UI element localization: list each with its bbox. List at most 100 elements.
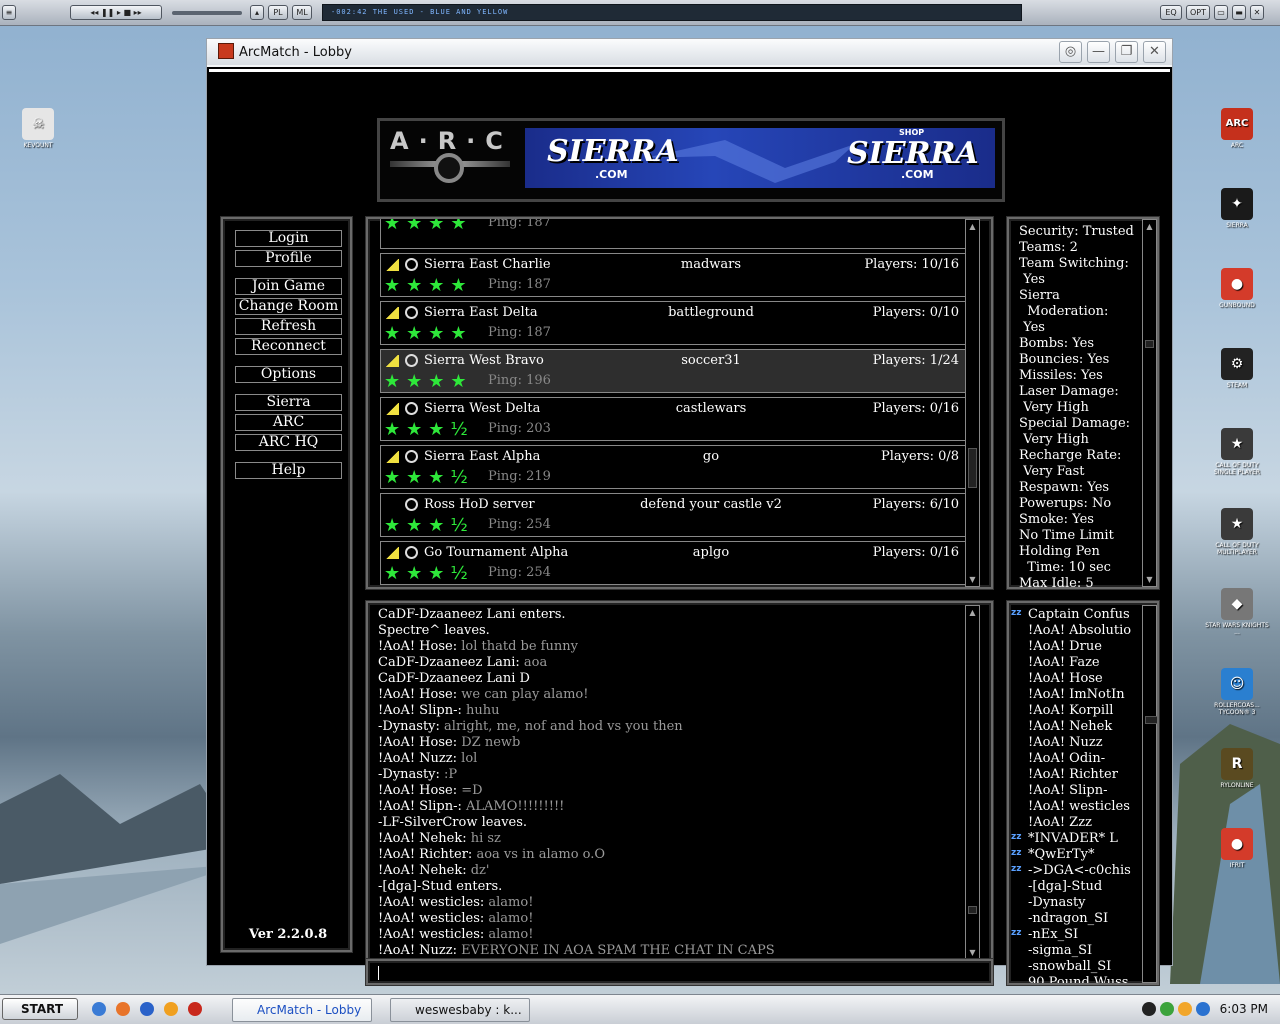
desktop-shortcut[interactable]: ⚙ STEAM <box>1205 348 1269 389</box>
user-item[interactable]: !AoA! Nehek <box>1009 719 1157 735</box>
tray-icon[interactable] <box>1160 1002 1174 1016</box>
scroll-thumb[interactable] <box>968 906 977 914</box>
user-item[interactable]: !AoA! westicles <box>1009 799 1157 815</box>
user-item[interactable]: zz ->DGA<-c0chis <box>1009 863 1157 879</box>
close-button[interactable]: ✕ <box>1143 41 1166 63</box>
user-item[interactable]: !AoA! Odin- <box>1009 751 1157 767</box>
help-circle-icon[interactable]: ◎ <box>1059 41 1082 63</box>
aim-icon[interactable] <box>164 1002 178 1016</box>
task-weswesbaby[interactable]: weswesbaby : k... <box>390 998 530 1022</box>
server-row[interactable]: Sierra East Charlie madwars Players: 10/16… <box>380 253 966 297</box>
scroll-down-icon[interactable]: ▼ <box>1144 574 1155 585</box>
user-item[interactable]: 90 Pound Wuss <box>1009 975 1157 983</box>
scroll-thumb[interactable] <box>1145 716 1157 724</box>
server-row[interactable]: Sierra East Delta battleground Players: 0/… <box>380 301 966 345</box>
menu-profile-button[interactable]: Profile <box>235 250 342 267</box>
desktop-shortcut[interactable]: ✦ SIERRA <box>1205 188 1269 229</box>
server-row[interactable]: Ross HoD server defend your castle v2 Play… <box>380 493 966 537</box>
menu-login-button[interactable]: Login <box>235 230 342 247</box>
user-item[interactable]: !AoA! Zzz <box>1009 815 1157 831</box>
winamp-menu-icon[interactable]: ≡ <box>2 5 16 20</box>
media-player-icon[interactable] <box>140 1002 154 1016</box>
server-row[interactable]: Sierra West Delta castlewars Players: 0/16… <box>380 397 966 441</box>
scroll-up-icon[interactable]: ▲ <box>1144 607 1157 618</box>
settings-scrollbar[interactable]: ▲ ▼ <box>1142 219 1157 587</box>
user-item[interactable]: -Dynasty <box>1009 895 1157 911</box>
desktop-shortcut[interactable]: ☺ ROLLERCOAS... TYCOON® 3 <box>1205 668 1269 716</box>
user-item[interactable]: !AoA! Korpill <box>1009 703 1157 719</box>
scroll-up-icon[interactable]: ▲ <box>1144 221 1155 232</box>
server-row[interactable]: Sierra West Bravo soccer31 Players: 1/24 ★★… <box>380 349 966 393</box>
user-item[interactable]: zz *INVADER* L <box>1009 831 1157 847</box>
firefox-icon[interactable] <box>116 1002 130 1016</box>
users-scrollbar[interactable]: ▲ ▼ <box>1142 605 1157 983</box>
user-item[interactable]: zz *QwErTy* <box>1009 847 1157 863</box>
desktop-shortcut[interactable]: ☠ KEVOUNT <box>6 108 70 149</box>
restore-button[interactable]: ❐ <box>1115 41 1138 63</box>
user-item[interactable]: -snowball_SI <box>1009 959 1157 975</box>
tray-icon[interactable] <box>1196 1002 1210 1016</box>
user-item[interactable]: !AoA! Nuzz <box>1009 735 1157 751</box>
server-row[interactable]: ★★★★ Ping: 187 <box>380 219 966 249</box>
volume-slider[interactable] <box>172 11 242 15</box>
scroll-up-icon[interactable]: ▲ <box>967 221 978 232</box>
user-item[interactable]: !AoA! Slipn- <box>1009 783 1157 799</box>
menu-join-game-button[interactable]: Join Game <box>235 278 342 295</box>
scroll-thumb[interactable] <box>1145 340 1154 348</box>
scroll-thumb[interactable] <box>968 448 977 488</box>
desktop-icon[interactable] <box>92 1002 106 1016</box>
menu-sierra-button[interactable]: Sierra <box>235 394 342 411</box>
winamp-shade-icon[interactable]: ▬ <box>1232 5 1246 20</box>
minimize-button[interactable]: — <box>1087 41 1110 63</box>
media-library-button[interactable]: ML <box>292 5 312 20</box>
user-item[interactable]: !AoA! ImNotIn <box>1009 687 1157 703</box>
scroll-down-icon[interactable]: ▼ <box>1144 970 1157 981</box>
chat-input[interactable] <box>366 959 993 985</box>
task-arcmatch[interactable]: ArcMatch - Lobby <box>232 998 372 1022</box>
user-item[interactable]: -sigma_SI <box>1009 943 1157 959</box>
eject-button[interactable]: ▴ <box>250 5 264 20</box>
user-item[interactable]: !AoA! Hose <box>1009 671 1157 687</box>
desktop-shortcut[interactable]: ARC ARC <box>1205 108 1269 149</box>
desktop-shortcut[interactable]: ★ CALL OF DUTY MULTIPLAYER <box>1205 508 1269 556</box>
opera-icon[interactable] <box>188 1002 202 1016</box>
menu-refresh-button[interactable]: Refresh <box>235 318 342 335</box>
start-button[interactable]: START <box>2 998 78 1020</box>
title-bar[interactable]: ArcMatch - Lobby ◎ — ❐ ✕ <box>207 39 1172 67</box>
menu-change-room-button[interactable]: Change Room <box>235 298 342 315</box>
menu-arc-button[interactable]: ARC <box>235 414 342 431</box>
desktop-shortcut[interactable]: ● GUNBOUND <box>1205 268 1269 309</box>
desktop-shortcut[interactable]: ◆ STAR WARS KNIGHTS ... <box>1205 588 1269 636</box>
desktop-shortcut[interactable]: R RYLONLINE <box>1205 748 1269 789</box>
scroll-down-icon[interactable]: ▼ <box>967 574 978 585</box>
menu-options-button[interactable]: Options <box>235 366 342 383</box>
user-item[interactable]: !AoA! Drue <box>1009 639 1157 655</box>
user-item[interactable]: zz Captain Confus <box>1009 607 1157 623</box>
server-scrollbar[interactable]: ▲ ▼ <box>965 219 980 587</box>
banner[interactable]: A·R·C SIERRA .COM SHOP SIERRA .COM <box>377 118 1005 202</box>
menu-help-button[interactable]: Help <box>235 462 342 479</box>
user-item[interactable]: -ndragon_SI <box>1009 911 1157 927</box>
menu-reconnect-button[interactable]: Reconnect <box>235 338 342 355</box>
user-item[interactable]: !AoA! Richter <box>1009 767 1157 783</box>
desktop-shortcut[interactable]: ★ CALL OF DUTY SINGLE PLAYER <box>1205 428 1269 476</box>
chat-scrollbar[interactable]: ▲ ▼ <box>965 605 980 960</box>
playlist-button[interactable]: PL <box>268 5 288 20</box>
user-item[interactable]: !AoA! Absolutio <box>1009 623 1157 639</box>
winamp-transport-controls[interactable]: ◂◂ ❚❚ ▸ ■ ▸▸ <box>70 5 162 20</box>
tray-icon[interactable] <box>1178 1002 1192 1016</box>
scroll-down-icon[interactable]: ▼ <box>967 947 978 958</box>
tray-icon[interactable] <box>1142 1002 1156 1016</box>
user-item[interactable]: zz -nEx_SI <box>1009 927 1157 943</box>
server-row[interactable]: Go Tournament Alpha aplgo Players: 0/16 ★★★… <box>380 541 966 585</box>
scroll-up-icon[interactable]: ▲ <box>967 607 978 618</box>
sierra-ad[interactable]: SIERRA .COM SHOP SIERRA .COM <box>525 128 995 188</box>
menu-arc-hq-button[interactable]: ARC HQ <box>235 434 342 451</box>
user-item[interactable]: -[dga]-Stud <box>1009 879 1157 895</box>
winamp-close-icon[interactable]: ✕ <box>1250 5 1264 20</box>
equalizer-button[interactable]: EQ <box>1160 5 1182 20</box>
desktop-shortcut[interactable]: ● IFRIT <box>1205 828 1269 869</box>
user-item[interactable]: !AoA! Faze <box>1009 655 1157 671</box>
winamp-minimize-icon[interactable]: ▭ <box>1214 5 1228 20</box>
options-button[interactable]: OPT <box>1186 5 1210 20</box>
